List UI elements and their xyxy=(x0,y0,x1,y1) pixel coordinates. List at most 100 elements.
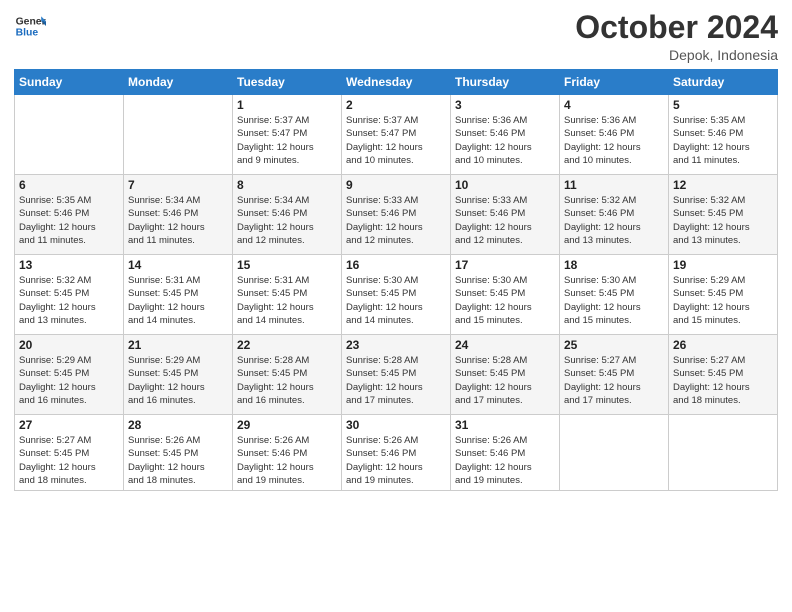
day-info: Sunrise: 5:31 AMSunset: 5:45 PMDaylight:… xyxy=(128,274,228,327)
day-number: 20 xyxy=(19,338,119,352)
day-info: Sunrise: 5:29 AMSunset: 5:45 PMDaylight:… xyxy=(19,354,119,407)
location: Depok, Indonesia xyxy=(575,47,778,63)
calendar-cell: 21Sunrise: 5:29 AMSunset: 5:45 PMDayligh… xyxy=(124,335,233,415)
day-number: 19 xyxy=(673,258,773,272)
calendar-cell: 22 Sunrise: 5:28 AMSunset: 5:45 PMDayligh… xyxy=(233,335,342,415)
day-header-saturday: Saturday xyxy=(669,70,778,95)
day-number: 27 xyxy=(19,418,119,432)
day-number: 1 xyxy=(237,98,337,112)
day-info: Sunrise: 5:35 AMSunset: 5:46 PMDaylight:… xyxy=(673,114,773,167)
day-number: 7 xyxy=(128,178,228,192)
calendar-cell: 5 Sunrise: 5:35 AMSunset: 5:46 PMDaylight… xyxy=(669,95,778,175)
calendar-cell: 20 Sunrise: 5:29 AMSunset: 5:45 PMDayligh… xyxy=(15,335,124,415)
calendar-cell: 18Sunrise: 5:30 AMSunset: 5:45 PMDayligh… xyxy=(560,255,669,335)
title-block: October 2024 Depok, Indonesia xyxy=(575,10,778,63)
calendar-cell: 4 Sunrise: 5:36 AMSunset: 5:46 PMDaylight… xyxy=(560,95,669,175)
day-number: 16 xyxy=(346,258,446,272)
calendar-cell xyxy=(560,415,669,491)
day-number: 22 xyxy=(237,338,337,352)
logo: General Blue xyxy=(14,10,46,42)
day-number: 5 xyxy=(673,98,773,112)
day-info: Sunrise: 5:26 AMSunset: 5:46 PMDaylight:… xyxy=(346,434,446,487)
calendar-cell: 12 Sunrise: 5:32 AMSunset: 5:45 PMDayligh… xyxy=(669,175,778,255)
calendar-cell: 9 Sunrise: 5:33 AMSunset: 5:46 PMDaylight… xyxy=(342,175,451,255)
day-number: 2 xyxy=(346,98,446,112)
calendar-cell: 27 Sunrise: 5:27 AMSunset: 5:45 PMDayligh… xyxy=(15,415,124,491)
day-info: Sunrise: 5:27 AMSunset: 5:45 PMDaylight:… xyxy=(564,354,664,407)
day-info: Sunrise: 5:26 AMSunset: 5:46 PMDaylight:… xyxy=(455,434,555,487)
day-info: Sunrise: 5:27 AMSunset: 5:45 PMDaylight:… xyxy=(673,354,773,407)
day-number: 28 xyxy=(128,418,228,432)
calendar-cell: 19Sunrise: 5:29 AMSunset: 5:45 PMDayligh… xyxy=(669,255,778,335)
day-number: 15 xyxy=(237,258,337,272)
day-info: Sunrise: 5:30 AMSunset: 5:45 PMDaylight:… xyxy=(346,274,446,327)
day-info: Sunrise: 5:30 AMSunset: 5:45 PMDaylight:… xyxy=(455,274,555,327)
day-info: Sunrise: 5:26 AMSunset: 5:45 PMDaylight:… xyxy=(128,434,228,487)
calendar-header-row: SundayMondayTuesdayWednesdayThursdayFrid… xyxy=(15,70,778,95)
day-info: Sunrise: 5:32 AMSunset: 5:45 PMDaylight:… xyxy=(673,194,773,247)
day-number: 24 xyxy=(455,338,555,352)
calendar-table: SundayMondayTuesdayWednesdayThursdayFrid… xyxy=(14,69,778,491)
day-header-wednesday: Wednesday xyxy=(342,70,451,95)
calendar-cell: 24 Sunrise: 5:28 AMSunset: 5:45 PMDayligh… xyxy=(451,335,560,415)
day-number: 8 xyxy=(237,178,337,192)
calendar-cell xyxy=(124,95,233,175)
day-info: Sunrise: 5:37 AMSunset: 5:47 PMDaylight:… xyxy=(346,114,446,167)
day-info: Sunrise: 5:33 AMSunset: 5:46 PMDaylight:… xyxy=(346,194,446,247)
day-info: Sunrise: 5:28 AMSunset: 5:45 PMDaylight:… xyxy=(237,354,337,407)
day-info: Sunrise: 5:33 AMSunset: 5:46 PMDaylight:… xyxy=(455,194,555,247)
day-number: 11 xyxy=(564,178,664,192)
calendar-cell: 17 Sunrise: 5:30 AMSunset: 5:45 PMDayligh… xyxy=(451,255,560,335)
calendar-cell: 28 Sunrise: 5:26 AMSunset: 5:45 PMDayligh… xyxy=(124,415,233,491)
day-info: Sunrise: 5:28 AMSunset: 5:45 PMDaylight:… xyxy=(346,354,446,407)
calendar-cell xyxy=(669,415,778,491)
calendar-cell: 25Sunrise: 5:27 AMSunset: 5:45 PMDayligh… xyxy=(560,335,669,415)
day-number: 3 xyxy=(455,98,555,112)
day-info: Sunrise: 5:35 AMSunset: 5:46 PMDaylight:… xyxy=(19,194,119,247)
day-info: Sunrise: 5:31 AMSunset: 5:45 PMDaylight:… xyxy=(237,274,337,327)
day-info: Sunrise: 5:36 AMSunset: 5:46 PMDaylight:… xyxy=(455,114,555,167)
calendar-cell: 11 Sunrise: 5:32 AMSunset: 5:46 PMDayligh… xyxy=(560,175,669,255)
day-number: 29 xyxy=(237,418,337,432)
calendar-cell: 7Sunrise: 5:34 AMSunset: 5:46 PMDaylight… xyxy=(124,175,233,255)
month-title: October 2024 xyxy=(575,10,778,45)
calendar-cell: 14Sunrise: 5:31 AMSunset: 5:45 PMDayligh… xyxy=(124,255,233,335)
calendar-cell: 3 Sunrise: 5:36 AMSunset: 5:46 PMDaylight… xyxy=(451,95,560,175)
day-header-monday: Monday xyxy=(124,70,233,95)
day-info: Sunrise: 5:36 AMSunset: 5:46 PMDaylight:… xyxy=(564,114,664,167)
day-number: 30 xyxy=(346,418,446,432)
day-info: Sunrise: 5:27 AMSunset: 5:45 PMDaylight:… xyxy=(19,434,119,487)
calendar-cell xyxy=(15,95,124,175)
day-number: 23 xyxy=(346,338,446,352)
day-info: Sunrise: 5:28 AMSunset: 5:45 PMDaylight:… xyxy=(455,354,555,407)
day-header-thursday: Thursday xyxy=(451,70,560,95)
day-number: 17 xyxy=(455,258,555,272)
calendar-cell: 8 Sunrise: 5:34 AMSunset: 5:46 PMDaylight… xyxy=(233,175,342,255)
calendar-cell: 30 Sunrise: 5:26 AMSunset: 5:46 PMDayligh… xyxy=(342,415,451,491)
day-number: 6 xyxy=(19,178,119,192)
day-number: 26 xyxy=(673,338,773,352)
day-number: 31 xyxy=(455,418,555,432)
page: General Blue October 2024 Depok, Indones… xyxy=(0,0,792,612)
svg-text:Blue: Blue xyxy=(16,28,39,39)
day-info: Sunrise: 5:34 AMSunset: 5:46 PMDaylight:… xyxy=(237,194,337,247)
day-info: Sunrise: 5:37 AMSunset: 5:47 PMDaylight:… xyxy=(237,114,337,167)
day-info: Sunrise: 5:32 AMSunset: 5:46 PMDaylight:… xyxy=(564,194,664,247)
day-number: 18 xyxy=(564,258,664,272)
day-number: 12 xyxy=(673,178,773,192)
day-number: 13 xyxy=(19,258,119,272)
day-header-sunday: Sunday xyxy=(15,70,124,95)
calendar-cell: 29 Sunrise: 5:26 AMSunset: 5:46 PMDayligh… xyxy=(233,415,342,491)
calendar-cell: 15 Sunrise: 5:31 AMSunset: 5:45 PMDayligh… xyxy=(233,255,342,335)
day-header-tuesday: Tuesday xyxy=(233,70,342,95)
calendar-body: 1 Sunrise: 5:37 AMSunset: 5:47 PMDaylight… xyxy=(15,95,778,491)
day-number: 9 xyxy=(346,178,446,192)
calendar-cell: 6 Sunrise: 5:35 AMSunset: 5:46 PMDaylight… xyxy=(15,175,124,255)
day-number: 4 xyxy=(564,98,664,112)
logo-icon: General Blue xyxy=(14,10,46,42)
calendar-cell: 16 Sunrise: 5:30 AMSunset: 5:45 PMDayligh… xyxy=(342,255,451,335)
day-number: 10 xyxy=(455,178,555,192)
day-number: 21 xyxy=(128,338,228,352)
day-info: Sunrise: 5:32 AMSunset: 5:45 PMDaylight:… xyxy=(19,274,119,327)
day-info: Sunrise: 5:26 AMSunset: 5:46 PMDaylight:… xyxy=(237,434,337,487)
